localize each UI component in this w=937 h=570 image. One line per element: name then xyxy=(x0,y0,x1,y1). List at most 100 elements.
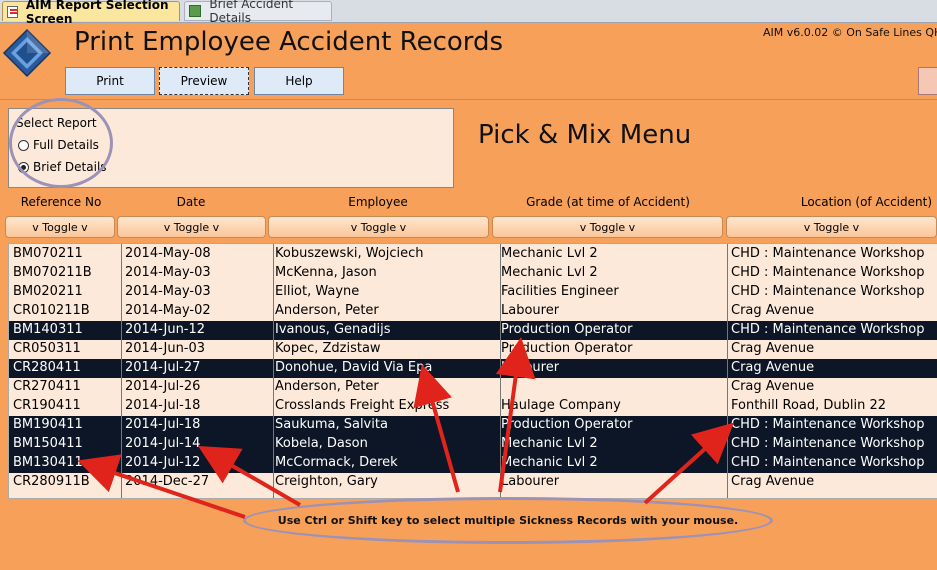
table-row[interactable]: CR280911B 2014-Dec-27 Creighton, Gary Labou… xyxy=(9,473,937,492)
column-separator xyxy=(273,244,274,498)
cell-location: CHD : Maintenance Workshop xyxy=(731,417,925,432)
column-header-employee: Employee xyxy=(348,195,408,209)
cell-employee: Creighton, Gary xyxy=(275,474,378,489)
cell-reference: BM150411 xyxy=(13,436,83,451)
close-button[interactable] xyxy=(918,67,937,95)
toggle-location-button[interactable]: v Toggle v xyxy=(726,216,937,238)
table-row[interactable]: CR280411 2014-Jul-27 Donohue, David Via Ep… xyxy=(9,359,937,378)
highlight-ellipse xyxy=(9,98,113,188)
toggle-reference-button[interactable]: v Toggle v xyxy=(5,216,115,238)
cell-location: CHD : Maintenance Workshop xyxy=(731,246,925,261)
cell-employee: McCormack, Derek xyxy=(275,455,398,470)
cell-grade: Mechanic Lvl 2 xyxy=(501,265,598,280)
cell-date: 2014-May-03 xyxy=(125,284,211,299)
table-row[interactable]: BM190411 2014-Jul-18 Saukuma, Salvita Produ… xyxy=(9,416,937,435)
cell-date: 2014-Jul-14 xyxy=(125,436,201,451)
tab-brief-accident-details[interactable]: Brief Accident Details xyxy=(184,0,332,25)
cell-location: Crag Avenue xyxy=(731,379,815,394)
cell-reference: CR010211B xyxy=(13,303,90,318)
preview-button[interactable]: Preview xyxy=(159,67,249,95)
cell-grade: Haulage Company xyxy=(501,398,621,413)
column-separator xyxy=(121,244,122,498)
tab-label: AIM Report Selection Screen xyxy=(25,0,169,26)
cell-reference: BM070211B xyxy=(13,265,92,280)
header-divider xyxy=(0,99,937,100)
column-header-grade: Grade (at time of Accident) xyxy=(526,195,690,209)
cell-employee: Donohue, David Via Epa xyxy=(275,360,433,375)
table-row[interactable]: CR050311 2014-Jun-03 Kopec, Zdzistaw Produc… xyxy=(9,340,937,359)
cell-employee: Saukuma, Salvita xyxy=(275,417,388,432)
cell-employee: Ivanous, Genadijs xyxy=(275,322,391,337)
report-icon xyxy=(189,5,202,17)
cell-reference: CR050311 xyxy=(13,341,81,356)
table-row[interactable]: CR270411 2014-Jul-26 Anderson, Peter Crag A… xyxy=(9,378,937,397)
cell-grade: Mechanic Lvl 2 xyxy=(501,436,598,451)
table-row[interactable]: BM070211B 2014-May-03 McKenna, Jason Mechan… xyxy=(9,264,937,283)
cell-reference: BM140311 xyxy=(13,322,83,337)
column-separator xyxy=(500,244,501,498)
cell-reference: CR270411 xyxy=(13,379,81,394)
cell-location: Crag Avenue xyxy=(731,360,815,375)
table-row[interactable]: BM020211 2014-May-03 Elliot, Wayne Faciliti… xyxy=(9,283,937,302)
cell-employee: McKenna, Jason xyxy=(275,265,377,280)
pick-mix-heading: Pick & Mix Menu xyxy=(478,120,692,150)
accident-records-listbox[interactable]: BM070211 2014-May-08 Kobuszewski, Wojciech… xyxy=(8,243,937,499)
cell-employee: Kobela, Dason xyxy=(275,436,368,451)
cell-date: 2014-Jul-18 xyxy=(125,398,201,413)
cell-date: 2014-Jul-12 xyxy=(125,455,201,470)
cell-location: CHD : Maintenance Workshop xyxy=(731,265,925,280)
cell-employee: Kopec, Zdzistaw xyxy=(275,341,381,356)
toggle-date-button[interactable]: v Toggle v xyxy=(117,216,266,238)
instruction-callout: Use Ctrl or Shift key to select multiple… xyxy=(243,497,773,544)
cell-grade: Mechanic Lvl 2 xyxy=(501,246,598,261)
cell-reference: BM070211 xyxy=(13,246,83,261)
cell-grade: Production Operator xyxy=(501,322,633,337)
column-header-location: Location (of Accident) xyxy=(800,195,932,209)
cell-employee: Anderson, Peter xyxy=(275,379,379,394)
cell-employee: Anderson, Peter xyxy=(275,303,379,318)
table-row[interactable]: CR010211B 2014-May-02 Anderson, Peter Labou… xyxy=(9,302,937,321)
cell-date: 2014-Jul-27 xyxy=(125,360,201,375)
cell-date: 2014-Jun-12 xyxy=(125,322,206,337)
table-row[interactable]: BM150411 2014-Jul-14 Kobela, Dason Mechanic… xyxy=(9,435,937,454)
page-title: Print Employee Accident Records xyxy=(74,27,504,57)
cell-date: 2014-Jul-18 xyxy=(125,417,201,432)
tab-aim-report-selection[interactable]: AIM Report Selection Screen xyxy=(2,0,180,26)
cell-reference: BM190411 xyxy=(13,417,83,432)
toggle-grade-button[interactable]: v Toggle v xyxy=(492,216,723,238)
app-logo-icon xyxy=(2,28,52,78)
cell-date: 2014-May-08 xyxy=(125,246,211,261)
cell-employee: Elliot, Wayne xyxy=(275,284,360,299)
toggle-employee-button[interactable]: v Toggle v xyxy=(268,216,489,238)
cell-location: Crag Avenue xyxy=(731,341,815,356)
cell-reference: BM020211 xyxy=(13,284,83,299)
cell-reference: CR280411 xyxy=(13,360,81,375)
table-row[interactable]: BM070211 2014-May-08 Kobuszewski, Wojciech… xyxy=(9,245,937,264)
help-button[interactable]: Help xyxy=(254,67,344,95)
cell-employee: Crosslands Freight Express xyxy=(275,398,450,413)
cell-employee: Kobuszewski, Wojciech xyxy=(275,246,424,261)
cell-location: Crag Avenue xyxy=(731,474,815,489)
cell-grade: Mechanic Lvl 2 xyxy=(501,455,598,470)
tab-label: Brief Accident Details xyxy=(209,0,294,25)
form-icon xyxy=(7,5,18,18)
cell-grade: Production Operator xyxy=(501,341,633,356)
cell-date: 2014-Jun-03 xyxy=(125,341,206,356)
column-header-date: Date xyxy=(176,195,206,209)
cell-reference: CR280911B xyxy=(13,474,90,489)
cell-grade: Labourer xyxy=(501,474,560,489)
document-tab-bar: AIM Report Selection Screen Brief Accide… xyxy=(0,0,937,26)
table-row[interactable]: BM130411 2014-Jul-12 McCormack, Derek Mecha… xyxy=(9,454,937,473)
print-button[interactable]: Print xyxy=(65,67,155,95)
version-label: AIM v6.0.02 © On Safe Lines QHSE xyxy=(763,26,937,39)
cell-location: Fonthill Road, Dublin 22 xyxy=(731,398,887,413)
cell-location: CHD : Maintenance Workshop xyxy=(731,284,925,299)
table-row[interactable]: BM140311 2014-Jun-12 Ivanous, Genadijs Prod… xyxy=(9,321,937,340)
cell-date: 2014-May-02 xyxy=(125,303,211,318)
cell-reference: CR190411 xyxy=(13,398,81,413)
cell-location: Crag Avenue xyxy=(731,303,815,318)
column-header-reference: Reference No xyxy=(20,195,102,209)
table-row[interactable]: CR190411 2014-Jul-18 Crosslands Freight Ex… xyxy=(9,397,937,416)
cell-grade: Labourer xyxy=(501,303,560,318)
cell-grade: Facilities Engineer xyxy=(501,284,619,299)
